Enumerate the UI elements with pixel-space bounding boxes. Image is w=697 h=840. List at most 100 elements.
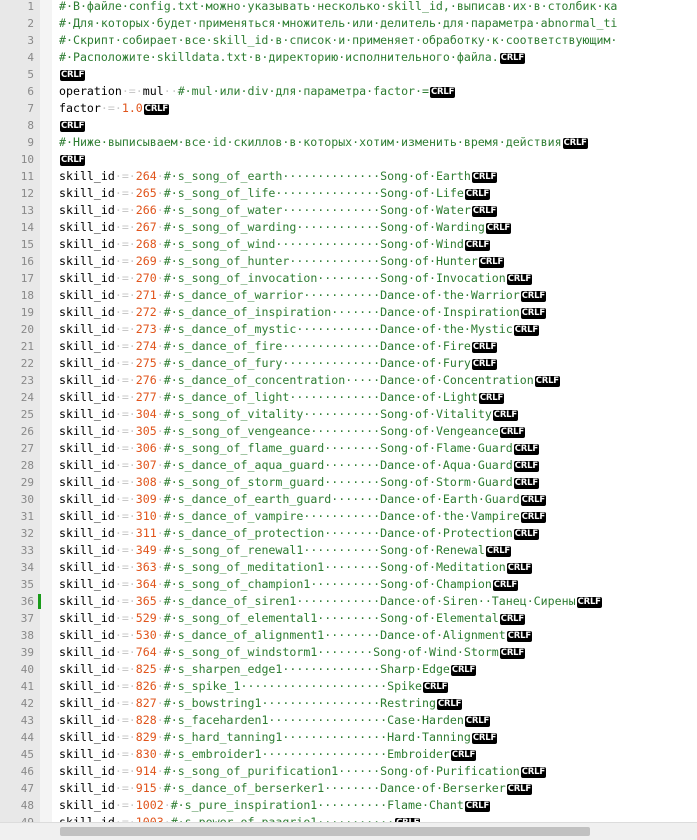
code-token: skill_id (59, 798, 115, 812)
code-token: ·=· (114, 577, 136, 591)
code-line[interactable]: 46 skill_id·=·914·#·s_song_of_purificatio… (0, 763, 697, 780)
code-token: #·В·файле·config.txt·можно·указывать·нес… (59, 0, 618, 13)
code-token: #·s_song_of_invocation·········Song·of·I… (163, 271, 506, 285)
code-line[interactable]: 23 skill_id·=·276·#·s_dance_of_concentrat… (0, 372, 697, 389)
code-line[interactable]: 31 skill_id·=·310·#·s_dance_of_vampire···… (0, 508, 697, 525)
code-token: 271 (135, 288, 157, 302)
eol-crlf-marker: CRLF (513, 529, 539, 540)
line-number: 33 (20, 544, 34, 557)
eol-crlf-marker: CRLF (506, 274, 532, 285)
line-number: 7 (27, 102, 34, 115)
code-line[interactable]: 25 skill_id·=·304·#·s_song_of_vitality···… (0, 406, 697, 423)
code-line[interactable]: 2 #·Для·которых·будет·применяться·множите… (0, 15, 697, 32)
code-line[interactable]: 40 skill_id·=·825·#·s_sharpen_edge1······… (0, 661, 697, 678)
code-text: skill_id·=·265·#·s_song_of_life·········… (59, 185, 491, 202)
code-token: ·=· (114, 815, 136, 822)
code-line[interactable]: 43 skill_id·=·828·#·s_faceharden1········… (0, 712, 697, 729)
code-token: · (156, 764, 164, 778)
code-token: #·s_song_of_earth··············Song·of·E… (163, 169, 471, 183)
code-line[interactable]: 5 CRLF (0, 66, 697, 83)
code-token: 310 (135, 509, 157, 523)
eol-crlf-marker: CRLF (520, 291, 546, 302)
code-line[interactable]: 1 #·В·файле·config.txt·можно·указывать·не… (0, 0, 697, 15)
code-token: #·s_song_of_elemental1·········Song·of·E… (163, 611, 499, 625)
eol-crlf-marker: CRLF (513, 461, 539, 472)
code-line[interactable]: 29 skill_id·=·308·#·s_song_of_storm_guard… (0, 474, 697, 491)
code-line[interactable]: 18 skill_id·=·271·#·s_dance_of_warrior···… (0, 287, 697, 304)
code-line[interactable]: 33 skill_id·=·349·#·s_song_of_renewal1···… (0, 542, 697, 559)
code-token: #·s_pure_inspiration1··········Flame·Cha… (170, 798, 464, 812)
code-line[interactable]: 34 skill_id·=·363·#·s_song_of_meditation1… (0, 559, 697, 576)
code-line[interactable]: 36 skill_id·=·365·#·s_dance_of_siren1····… (0, 593, 697, 610)
code-line[interactable]: 39 skill_id·=·764·#·s_song_of_windstorm1·… (0, 644, 697, 661)
code-line[interactable]: 42 skill_id·=·827·#·s_bowstring1·········… (0, 695, 697, 712)
code-line[interactable]: 13 skill_id·=·266·#·s_song_of_water······… (0, 202, 697, 219)
code-token: ·=· (114, 288, 136, 302)
code-line[interactable]: 21 skill_id·=·274·#·s_dance_of_fire······… (0, 338, 697, 355)
code-line[interactable]: 30 skill_id·=·309·#·s_dance_of_earth_guar… (0, 491, 697, 508)
code-line[interactable]: 17 skill_id·=·270·#·s_song_of_invocation·… (0, 270, 697, 287)
code-token: #·s_dance_of_aqua_guard········Dance·of·… (163, 458, 513, 472)
code-line[interactable]: 32 skill_id·=·311·#·s_dance_of_protection… (0, 525, 697, 542)
code-line[interactable]: 41 skill_id·=·826·#·s_spike_1············… (0, 678, 697, 695)
horizontal-scrollbar-thumb[interactable] (60, 827, 590, 836)
code-line[interactable]: 48 skill_id·=·1002·#·s_pure_inspiration1·… (0, 797, 697, 814)
code-line[interactable]: 9 #·Ниже·выписываем·все·id·скиллов·в·кото… (0, 134, 697, 151)
horizontal-scrollbar[interactable] (0, 822, 697, 840)
code-editor[interactable]: 1 #·В·файле·config.txt·можно·указывать·не… (0, 0, 697, 822)
editor-lines: 1 #·В·файле·config.txt·можно·указывать·не… (0, 0, 697, 822)
code-line[interactable]: 12 skill_id·=·265·#·s_song_of_life·······… (0, 185, 697, 202)
code-line[interactable]: 4 #·Расположите·skilldata.txt·в·директори… (0, 49, 697, 66)
line-number: 44 (20, 731, 34, 744)
code-line[interactable]: 7 factor·=·1.0 CRLF (0, 100, 697, 117)
code-token: skill_id (59, 271, 115, 285)
code-line[interactable]: 6 operation·=·mul··#·mul·или·div·для·пара… (0, 83, 697, 100)
code-token: · (163, 798, 171, 812)
code-token: skill_id (59, 492, 115, 506)
code-token: · (156, 662, 164, 676)
code-token: ·=· (114, 169, 136, 183)
code-token: #·s_dance_of_berserker1········Dance·of·… (163, 781, 506, 795)
code-line[interactable]: 47 skill_id·=·915·#·s_dance_of_berserker1… (0, 780, 697, 797)
code-line[interactable]: 11 skill_id·=·264·#·s_song_of_earth······… (0, 168, 697, 185)
code-token: ·=· (114, 424, 136, 438)
code-line[interactable]: 38 skill_id·=·530·#·s_dance_of_alignment1… (0, 627, 697, 644)
code-text: skill_id·=·829·#·s_hard_tanning1········… (59, 729, 498, 746)
code-line[interactable]: 16 skill_id·=·269·#·s_song_of_hunter·····… (0, 253, 697, 270)
line-number: 39 (20, 646, 34, 659)
code-token: #·s_dance_of_concentration·····Dance·of·… (163, 373, 534, 387)
code-line[interactable]: 8 CRLF (0, 117, 697, 134)
line-number: 12 (20, 187, 34, 200)
code-line[interactable]: 14 skill_id·=·267·#·s_song_of_warding····… (0, 219, 697, 236)
code-text: skill_id·=·271·#·s_dance_of_warrior·····… (59, 287, 546, 304)
code-token: ·=· (114, 373, 136, 387)
code-token: #·Скрипт·собирает·все·skill_id·в·список·… (59, 33, 618, 47)
code-line[interactable]: 37 skill_id·=·529·#·s_song_of_elemental1·… (0, 610, 697, 627)
code-token: · (156, 730, 164, 744)
code-token: 828 (135, 713, 157, 727)
code-line[interactable]: 10 CRLF (0, 151, 697, 168)
code-line[interactable]: 3 #·Скрипт·собирает·все·skill_id·в·список… (0, 32, 697, 49)
code-token: ·=· (114, 492, 136, 506)
code-line[interactable]: 15 skill_id·=·268·#·s_song_of_wind·······… (0, 236, 697, 253)
code-line[interactable]: 35 skill_id·=·364·#·s_song_of_champion1··… (0, 576, 697, 593)
code-line[interactable]: 27 skill_id·=·306·#·s_song_of_flame_guard… (0, 440, 697, 457)
code-token: ·=· (114, 305, 136, 319)
line-number: 30 (20, 493, 34, 506)
code-text: skill_id·=·307·#·s_dance_of_aqua_guard··… (59, 457, 539, 474)
code-line[interactable]: 45 skill_id·=·830·#·s_embroider1·········… (0, 746, 697, 763)
code-line[interactable]: 22 skill_id·=·275·#·s_dance_of_fury······… (0, 355, 697, 372)
code-line[interactable]: 19 skill_id·=·272·#·s_dance_of_inspiratio… (0, 304, 697, 321)
line-number: 45 (20, 748, 34, 761)
code-line[interactable]: 28 skill_id·=·307·#·s_dance_of_aqua_guard… (0, 457, 697, 474)
code-line[interactable]: 20 skill_id·=·273·#·s_dance_of_mystic····… (0, 321, 697, 338)
code-line[interactable]: 44 skill_id·=·829·#·s_hard_tanning1······… (0, 729, 697, 746)
code-text: skill_id·=·276·#·s_dance_of_concentratio… (59, 372, 560, 389)
code-line[interactable]: 24 skill_id·=·277·#·s_dance_of_light·····… (0, 389, 697, 406)
code-token: · (156, 271, 164, 285)
code-line[interactable]: 49 skill_id·=·1003·#·s_power_of_paagrio1·… (0, 814, 697, 822)
code-token: ·=· (114, 679, 136, 693)
code-token: 529 (135, 611, 157, 625)
code-token: 308 (135, 475, 157, 489)
code-line[interactable]: 26 skill_id·=·305·#·s_song_of_vengeance··… (0, 423, 697, 440)
